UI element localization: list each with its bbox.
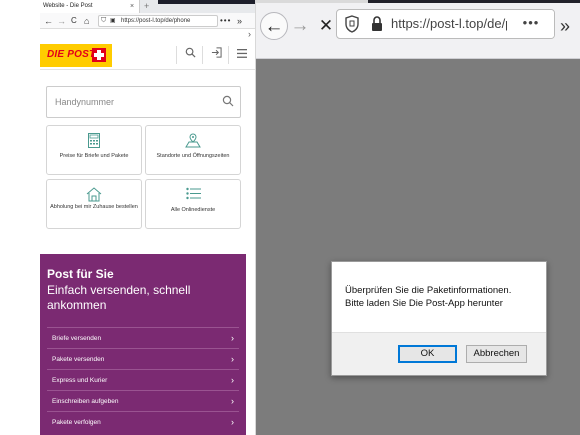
promo-link-label: Express und Kurier (52, 377, 108, 384)
promo-section: Post für Sie Einfach versenden, schnell … (40, 254, 246, 435)
url-text: https://post-l.top/de/phone (121, 18, 191, 24)
tile-label: Preise für Briefe und Pakete (59, 153, 129, 159)
die-post-logo[interactable]: DIE POST (40, 44, 112, 67)
chevron-right-icon: › (231, 333, 234, 343)
nav-bar: ← → C ⌂ ⛉ ▣ https://post-l.top/de/phone … (40, 13, 255, 29)
home-pickup-icon (47, 187, 141, 203)
tile-label: Abholung bei mir Zuhause bestellen (50, 204, 138, 210)
tile-prices[interactable]: Preise für Briefe und Pakete (46, 125, 142, 175)
promo-link-label: Pakete versenden (52, 356, 105, 363)
reload-icon[interactable]: C (71, 14, 77, 28)
tile-label: Standorte und Öffnungszeiten (156, 153, 230, 159)
tile-online-services[interactable]: Alle Onlinedienste (145, 179, 241, 229)
page-actions-icon[interactable]: ••• (507, 10, 554, 38)
promo-link-einschreiben[interactable]: Einschreiben aufgeben › (47, 390, 239, 411)
tab-title: Website - Die Post (43, 3, 93, 9)
left-margin (0, 0, 40, 435)
promo-link-express[interactable]: Express und Kurier › (47, 369, 239, 390)
chevron-right-icon: › (231, 375, 234, 385)
dialog-message-line1: Überprüfen Sie die Paketinformationen. (345, 285, 512, 296)
lock-icon (372, 16, 382, 31)
promo-link-briefe[interactable]: Briefe versenden › (47, 327, 239, 348)
forward-icon[interactable]: → (286, 12, 314, 40)
phone-number-search[interactable]: Handynummer (46, 86, 241, 118)
promo-title: Post für Sie (47, 267, 114, 281)
promo-subtitle: Einfach versenden, schnell ankommen (47, 283, 191, 312)
back-icon[interactable]: ← (260, 12, 288, 40)
tile-locations[interactable]: Standorte und Öffnungszeiten (145, 125, 241, 175)
page-actions-icon[interactable]: ••• (220, 14, 231, 28)
promo-link-pakete[interactable]: Pakete versenden › (47, 348, 239, 369)
menu-icon[interactable] (231, 44, 253, 66)
logo-text: DIE POST (47, 49, 96, 60)
tab-bar: Website - Die Post × + (40, 0, 255, 13)
chevron-right-icon: › (231, 417, 234, 427)
site-header: DIE POST (40, 40, 255, 70)
mobile-page: Website - Die Post × + ← → C ⌂ ⛉ ▣ https… (40, 0, 256, 435)
left-browser-screenshot: Website - Die Post × + ← → C ⌂ ⛉ ▣ https… (0, 0, 256, 435)
lock-icon: ▣ (110, 18, 116, 24)
shield-icon: ⛉ (101, 17, 107, 24)
home-icon[interactable]: ⌂ (84, 14, 89, 28)
dialog-message: Überprüfen Sie die Paketinformationen. B… (345, 284, 541, 310)
divider (202, 46, 203, 64)
chevron-right-icon[interactable]: › (248, 29, 251, 39)
forward-icon[interactable]: → (57, 14, 66, 28)
list-icon (146, 187, 240, 203)
overflow-icon[interactable]: » (560, 12, 570, 40)
alert-dialog: Überprüfen Sie die Paketinformationen. B… (331, 261, 547, 376)
cancel-button[interactable]: Abbrechen (466, 345, 527, 363)
tab-close-icon[interactable]: × (130, 0, 134, 13)
chevron-right-icon: › (231, 396, 234, 406)
promo-link-label: Einschreiben aufgeben (52, 398, 119, 405)
map-location-icon (146, 133, 240, 149)
ok-button[interactable]: OK (398, 345, 457, 363)
shield-icon (345, 15, 359, 33)
promo-link-label: Briefe versenden (52, 335, 102, 342)
dialog-message-line2: Bitte laden Sie Die Post-App herunter (345, 298, 503, 309)
new-tab-icon[interactable]: + (144, 0, 149, 12)
chevron-right-icon: › (231, 354, 234, 364)
tab-bar-accent (158, 0, 255, 4)
divider (176, 46, 177, 64)
login-icon[interactable] (205, 44, 227, 66)
dialog-footer: OK Abbrechen (332, 332, 546, 375)
search-placeholder: Handynummer (55, 97, 115, 107)
url-bar[interactable]: https://post-l.top/de/phone ••• (336, 9, 555, 39)
nav-bar: ← → ✕ https://post-l.top/de/phone ••• » (256, 3, 580, 59)
swiss-cross-icon (92, 48, 106, 62)
tab-website-die-post[interactable]: Website - Die Post × (40, 0, 140, 13)
calculator-icon (47, 133, 141, 149)
overflow-icon[interactable]: » (237, 14, 242, 28)
back-icon[interactable]: ← (44, 14, 53, 28)
promo-link-verfolgen[interactable]: Pakete verfolgen › (47, 411, 239, 432)
right-browser-screenshot: ← → ✕ https://post-l.top/de/phone ••• » … (256, 0, 580, 435)
url-bar[interactable]: ⛉ ▣ https://post-l.top/de/phone (98, 15, 218, 27)
promo-link-label: Pakete verfolgen (52, 419, 101, 426)
search-icon[interactable] (222, 95, 234, 107)
search-icon[interactable] (179, 44, 201, 66)
tile-pickup[interactable]: Abholung bei mir Zuhause bestellen (46, 179, 142, 229)
tile-label: Alle Onlinedienste (170, 207, 216, 213)
divider (228, 46, 229, 64)
